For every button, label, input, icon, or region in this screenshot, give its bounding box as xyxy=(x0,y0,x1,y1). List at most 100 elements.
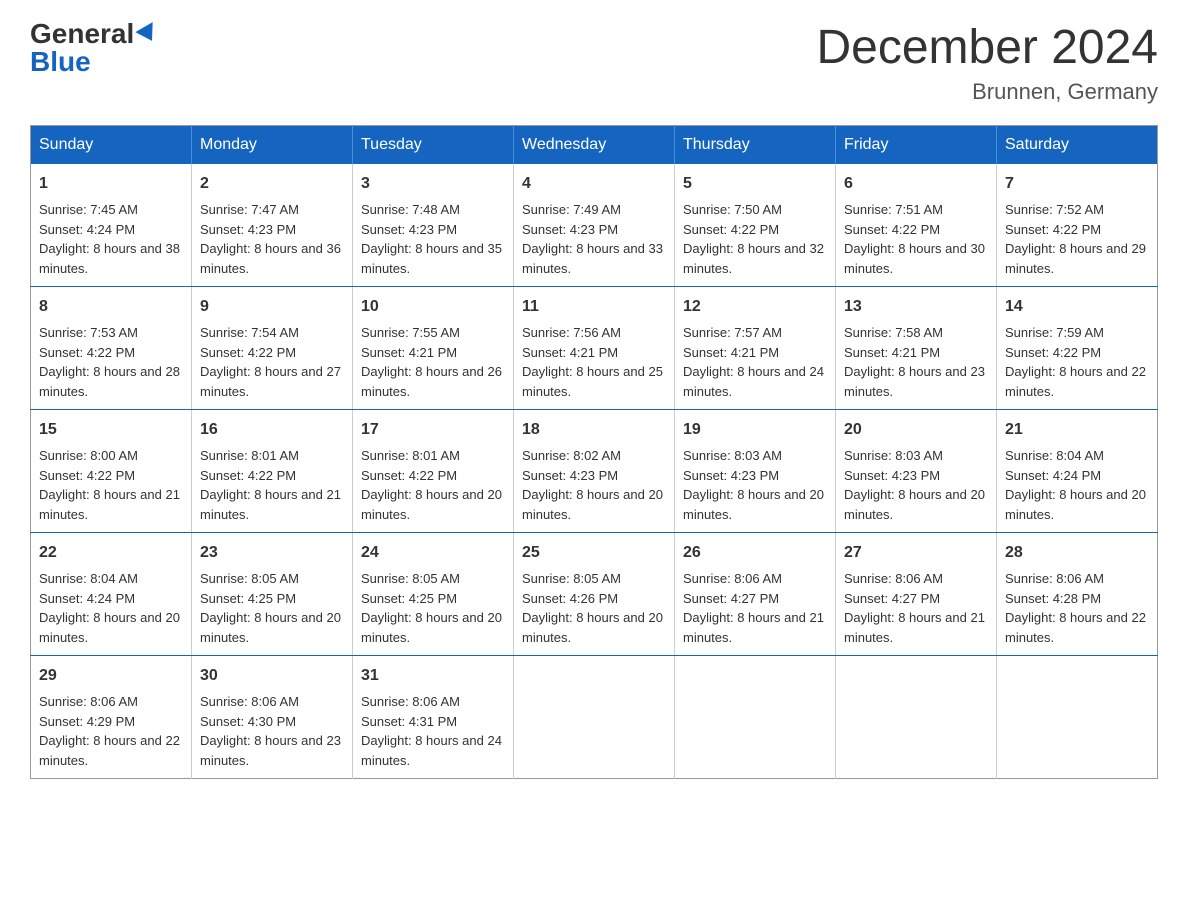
day-info: Sunrise: 8:05 AMSunset: 4:26 PMDaylight:… xyxy=(522,571,663,645)
calendar-cell: 5 Sunrise: 7:50 AMSunset: 4:22 PMDaylight… xyxy=(675,164,836,287)
day-number: 6 xyxy=(844,172,988,196)
day-info: Sunrise: 7:55 AMSunset: 4:21 PMDaylight:… xyxy=(361,325,502,399)
logo-general-text: General xyxy=(30,20,134,48)
day-info: Sunrise: 8:03 AMSunset: 4:23 PMDaylight:… xyxy=(844,448,985,522)
calendar-cell: 4 Sunrise: 7:49 AMSunset: 4:23 PMDaylight… xyxy=(514,164,675,287)
day-number: 27 xyxy=(844,541,988,565)
calendar-header-monday: Monday xyxy=(192,126,353,165)
day-number: 17 xyxy=(361,418,505,442)
calendar-cell: 21 Sunrise: 8:04 AMSunset: 4:24 PMDayligh… xyxy=(997,410,1158,533)
day-info: Sunrise: 7:59 AMSunset: 4:22 PMDaylight:… xyxy=(1005,325,1146,399)
location-subtitle: Brunnen, Germany xyxy=(816,79,1158,105)
calendar-week-row: 1 Sunrise: 7:45 AMSunset: 4:24 PMDaylight… xyxy=(31,164,1158,287)
calendar-header-tuesday: Tuesday xyxy=(353,126,514,165)
day-number: 30 xyxy=(200,664,344,688)
calendar-cell: 7Sunrise: 7:52 AMSunset: 4:22 PMDaylight… xyxy=(997,164,1158,287)
calendar-cell: 29 Sunrise: 8:06 AMSunset: 4:29 PMDayligh… xyxy=(31,656,192,779)
calendar-cell: 8Sunrise: 7:53 AMSunset: 4:22 PMDaylight… xyxy=(31,287,192,410)
calendar-header-thursday: Thursday xyxy=(675,126,836,165)
day-info: Sunrise: 7:48 AMSunset: 4:23 PMDaylight:… xyxy=(361,202,502,276)
day-info: Sunrise: 8:01 AMSunset: 4:22 PMDaylight:… xyxy=(361,448,502,522)
day-info: Sunrise: 7:49 AMSunset: 4:23 PMDaylight:… xyxy=(522,202,663,276)
day-info: Sunrise: 7:45 AMSunset: 4:24 PMDaylight:… xyxy=(39,202,180,276)
day-info: Sunrise: 8:02 AMSunset: 4:23 PMDaylight:… xyxy=(522,448,663,522)
day-number: 21 xyxy=(1005,418,1149,442)
day-info: Sunrise: 8:05 AMSunset: 4:25 PMDaylight:… xyxy=(361,571,502,645)
day-info: Sunrise: 7:47 AMSunset: 4:23 PMDaylight:… xyxy=(200,202,341,276)
calendar-cell: 19Sunrise: 8:03 AMSunset: 4:23 PMDayligh… xyxy=(675,410,836,533)
calendar-cell: 31 Sunrise: 8:06 AMSunset: 4:31 PMDayligh… xyxy=(353,656,514,779)
calendar-cell xyxy=(836,656,997,779)
day-number: 4 xyxy=(522,172,666,196)
day-number: 26 xyxy=(683,541,827,565)
calendar-cell: 13 Sunrise: 7:58 AMSunset: 4:21 PMDayligh… xyxy=(836,287,997,410)
day-info: Sunrise: 7:58 AMSunset: 4:21 PMDaylight:… xyxy=(844,325,985,399)
day-number: 13 xyxy=(844,295,988,319)
day-number: 3 xyxy=(361,172,505,196)
day-number: 19 xyxy=(683,418,827,442)
logo-triangle-icon xyxy=(136,22,161,46)
calendar-header-row: SundayMondayTuesdayWednesdayThursdayFrid… xyxy=(31,126,1158,165)
calendar-header-saturday: Saturday xyxy=(997,126,1158,165)
month-title: December 2024 xyxy=(816,20,1158,75)
day-info: Sunrise: 8:06 AMSunset: 4:27 PMDaylight:… xyxy=(844,571,985,645)
calendar-cell xyxy=(675,656,836,779)
day-number: 2 xyxy=(200,172,344,196)
calendar-cell: 11Sunrise: 7:56 AMSunset: 4:21 PMDayligh… xyxy=(514,287,675,410)
calendar-week-row: 8Sunrise: 7:53 AMSunset: 4:22 PMDaylight… xyxy=(31,287,1158,410)
calendar-cell: 16 Sunrise: 8:01 AMSunset: 4:22 PMDayligh… xyxy=(192,410,353,533)
calendar-cell: 1 Sunrise: 7:45 AMSunset: 4:24 PMDaylight… xyxy=(31,164,192,287)
day-number: 1 xyxy=(39,172,183,196)
calendar-cell: 20 Sunrise: 8:03 AMSunset: 4:23 PMDayligh… xyxy=(836,410,997,533)
calendar-week-row: 15Sunrise: 8:00 AMSunset: 4:22 PMDayligh… xyxy=(31,410,1158,533)
day-info: Sunrise: 8:06 AMSunset: 4:31 PMDaylight:… xyxy=(361,694,502,768)
day-number: 28 xyxy=(1005,541,1149,565)
day-info: Sunrise: 8:04 AMSunset: 4:24 PMDaylight:… xyxy=(1005,448,1146,522)
day-number: 7 xyxy=(1005,172,1149,196)
calendar-cell: 12Sunrise: 7:57 AMSunset: 4:21 PMDayligh… xyxy=(675,287,836,410)
calendar-cell: 10Sunrise: 7:55 AMSunset: 4:21 PMDayligh… xyxy=(353,287,514,410)
day-number: 20 xyxy=(844,418,988,442)
calendar-cell: 17 Sunrise: 8:01 AMSunset: 4:22 PMDayligh… xyxy=(353,410,514,533)
title-area: December 2024 Brunnen, Germany xyxy=(816,20,1158,105)
calendar-cell xyxy=(997,656,1158,779)
calendar-header-wednesday: Wednesday xyxy=(514,126,675,165)
day-info: Sunrise: 7:56 AMSunset: 4:21 PMDaylight:… xyxy=(522,325,663,399)
calendar-table: SundayMondayTuesdayWednesdayThursdayFrid… xyxy=(30,125,1158,779)
calendar-cell: 28 Sunrise: 8:06 AMSunset: 4:28 PMDayligh… xyxy=(997,533,1158,656)
day-info: Sunrise: 8:01 AMSunset: 4:22 PMDaylight:… xyxy=(200,448,341,522)
day-info: Sunrise: 8:05 AMSunset: 4:25 PMDaylight:… xyxy=(200,571,341,645)
day-number: 9 xyxy=(200,295,344,319)
calendar-cell: 26 Sunrise: 8:06 AMSunset: 4:27 PMDayligh… xyxy=(675,533,836,656)
calendar-cell: 24 Sunrise: 8:05 AMSunset: 4:25 PMDayligh… xyxy=(353,533,514,656)
day-number: 24 xyxy=(361,541,505,565)
day-info: Sunrise: 8:06 AMSunset: 4:29 PMDaylight:… xyxy=(39,694,180,768)
day-info: Sunrise: 7:50 AMSunset: 4:22 PMDaylight:… xyxy=(683,202,824,276)
calendar-cell: 30 Sunrise: 8:06 AMSunset: 4:30 PMDayligh… xyxy=(192,656,353,779)
calendar-cell: 14 Sunrise: 7:59 AMSunset: 4:22 PMDayligh… xyxy=(997,287,1158,410)
calendar-header-sunday: Sunday xyxy=(31,126,192,165)
calendar-cell: 15Sunrise: 8:00 AMSunset: 4:22 PMDayligh… xyxy=(31,410,192,533)
day-number: 29 xyxy=(39,664,183,688)
day-number: 5 xyxy=(683,172,827,196)
day-info: Sunrise: 8:06 AMSunset: 4:28 PMDaylight:… xyxy=(1005,571,1146,645)
calendar-cell: 3 Sunrise: 7:48 AMSunset: 4:23 PMDaylight… xyxy=(353,164,514,287)
day-number: 23 xyxy=(200,541,344,565)
calendar-cell: 6 Sunrise: 7:51 AMSunset: 4:22 PMDaylight… xyxy=(836,164,997,287)
calendar-cell: 22 Sunrise: 8:04 AMSunset: 4:24 PMDayligh… xyxy=(31,533,192,656)
day-number: 25 xyxy=(522,541,666,565)
day-number: 31 xyxy=(361,664,505,688)
day-info: Sunrise: 7:53 AMSunset: 4:22 PMDaylight:… xyxy=(39,325,180,399)
day-number: 16 xyxy=(200,418,344,442)
day-info: Sunrise: 7:57 AMSunset: 4:21 PMDaylight:… xyxy=(683,325,824,399)
day-info: Sunrise: 8:06 AMSunset: 4:27 PMDaylight:… xyxy=(683,571,824,645)
day-number: 14 xyxy=(1005,295,1149,319)
calendar-cell: 9 Sunrise: 7:54 AMSunset: 4:22 PMDaylight… xyxy=(192,287,353,410)
day-number: 22 xyxy=(39,541,183,565)
calendar-cell: 27 Sunrise: 8:06 AMSunset: 4:27 PMDayligh… xyxy=(836,533,997,656)
day-info: Sunrise: 8:04 AMSunset: 4:24 PMDaylight:… xyxy=(39,571,180,645)
calendar-cell: 25 Sunrise: 8:05 AMSunset: 4:26 PMDayligh… xyxy=(514,533,675,656)
day-info: Sunrise: 7:51 AMSunset: 4:22 PMDaylight:… xyxy=(844,202,985,276)
day-info: Sunrise: 7:54 AMSunset: 4:22 PMDaylight:… xyxy=(200,325,341,399)
day-info: Sunrise: 8:06 AMSunset: 4:30 PMDaylight:… xyxy=(200,694,341,768)
